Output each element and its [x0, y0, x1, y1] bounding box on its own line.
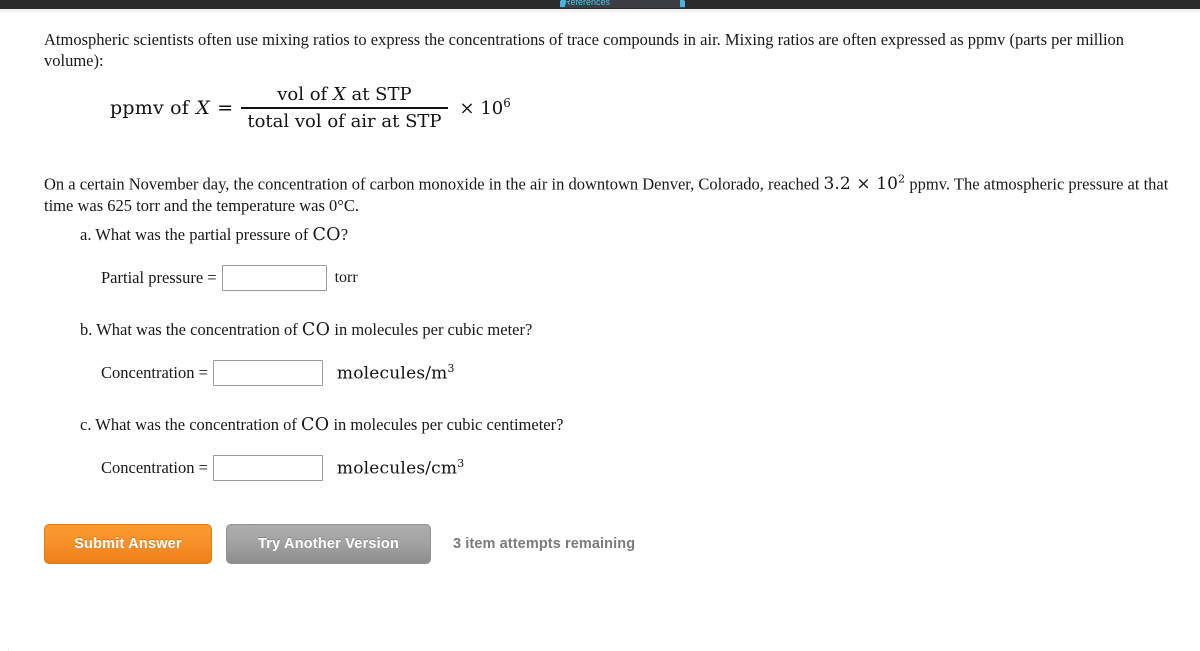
question-c-suffix: in molecules per cubic centimeter? — [329, 415, 564, 434]
concentration-per-cubic-centimeter-input[interactable] — [212, 455, 323, 481]
answer-c-label: Concentration = — [101, 458, 208, 477]
answer-b-unit-base: molecules/m — [336, 363, 448, 384]
answer-a-label: Partial pressure = — [101, 268, 217, 287]
formula-equals-sign: = — [217, 96, 234, 119]
formula-fraction: vol of X at STP total vol of air at STP — [241, 84, 448, 132]
answer-row-b: Concentration = molecules/m3 — [101, 360, 455, 386]
formula-multiplier: × 106 — [460, 96, 511, 119]
formula-lhs-prefix: ppmv of — [110, 96, 196, 119]
ppmv-formula: ppmv of X = vol of X at STP total vol of… — [110, 84, 511, 132]
answer-row-c: Concentration = molecules/cm3 — [101, 455, 464, 481]
question-c-prefix: c. What was the concentration of — [80, 415, 301, 434]
formula-numerator-prefix: vol of — [277, 84, 333, 105]
action-button-bar: Submit Answer Try Another Version 3 item… — [44, 524, 635, 564]
answer-a-unit: torr — [334, 269, 358, 286]
formula-lhs-variable: X — [196, 96, 210, 119]
answer-b-unit-exponent: 3 — [447, 362, 455, 376]
concentration-per-cubic-meter-input[interactable] — [212, 360, 323, 386]
concentration-mantissa: 3.2 — [823, 174, 851, 195]
references-tab-label: References — [564, 0, 611, 7]
answer-c-unit-base: molecules/cm — [336, 458, 458, 479]
formula-multiplier-base: 10 — [480, 98, 504, 120]
question-a-prefix: a. What was the partial pressure of — [80, 225, 313, 244]
problem-content-area: Atmospheric scientists often use mixing … — [0, 12, 1200, 650]
formula-denominator: total vol of air at STP — [247, 110, 442, 132]
submit-answer-button[interactable]: Submit Answer — [44, 524, 212, 564]
answer-c-unit: molecules/cm3 — [337, 457, 464, 479]
question-b-prefix: b. What was the concentration of — [80, 320, 302, 339]
question-b-suffix: in molecules per cubic meter? — [330, 320, 533, 339]
problem-statement-paragraph: On a certain November day, the concentra… — [44, 169, 1179, 217]
try-another-version-button[interactable]: Try Another Version — [226, 524, 431, 564]
partial-pressure-input[interactable] — [221, 265, 327, 291]
answer-b-unit: molecules/m3 — [337, 362, 455, 384]
question-a-species: CO — [312, 225, 341, 245]
attempts-remaining-text: 3 item attempts remaining — [453, 536, 636, 552]
question-b-text: b. What was the concentration of CO in m… — [80, 319, 532, 341]
formula-multiplier-exponent: 6 — [503, 96, 511, 111]
tab-bracket-right-icon — [680, 0, 685, 7]
problem-sentence-part-1: On a certain November day, the concentra… — [44, 174, 824, 194]
problem-concentration-value: 3.2 × 102 — [823, 173, 905, 195]
formula-numerator-suffix: at STP — [345, 84, 412, 105]
concentration-base: 10 — [876, 174, 899, 195]
formula-numerator: vol of X at STP — [271, 84, 417, 107]
references-tab-clipped[interactable]: References — [560, 0, 685, 8]
formula-numerator-variable: X — [332, 84, 346, 105]
answer-b-label: Concentration = — [101, 363, 208, 382]
question-a-suffix: ? — [340, 225, 349, 244]
answer-row-a: Partial pressure = torr — [101, 265, 358, 291]
formula-times-symbol: × — [459, 98, 475, 120]
question-c-species: CO — [301, 415, 330, 435]
question-c-text: c. What was the concentration of CO in m… — [80, 414, 563, 436]
intro-paragraph: Atmospheric scientists often use mixing … — [44, 29, 1125, 70]
question-b-species: CO — [301, 320, 331, 340]
formula-left-hand-side: ppmv of X = — [110, 97, 233, 119]
concentration-times-symbol: × — [856, 174, 871, 195]
question-a-text: a. What was the partial pressure of CO? — [80, 224, 348, 246]
answer-c-unit-exponent: 3 — [457, 457, 465, 471]
